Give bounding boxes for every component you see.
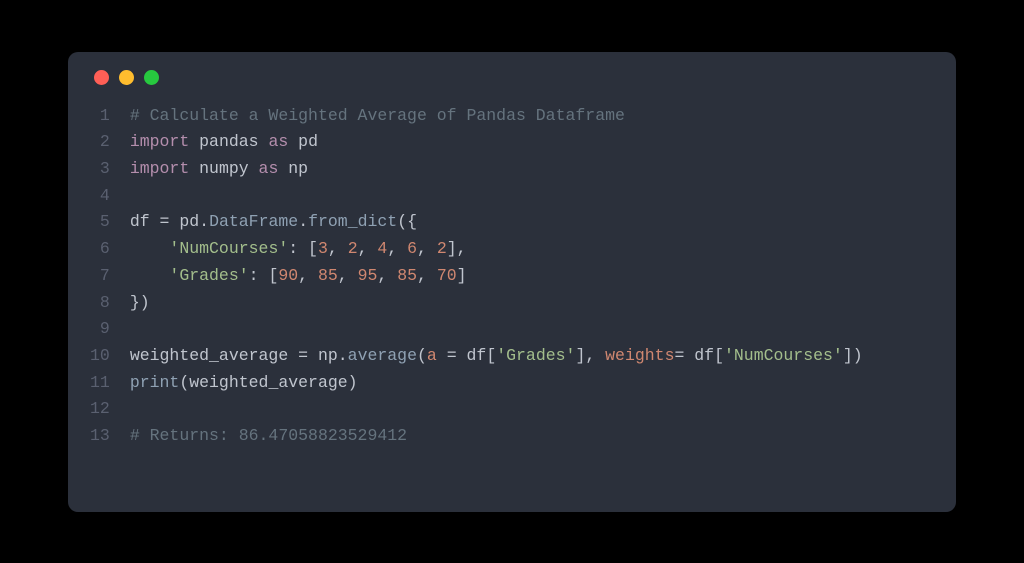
code-token: average [348, 346, 417, 365]
code-token: pd [288, 132, 318, 151]
line-number: 2 [90, 129, 110, 156]
code-line [130, 183, 934, 210]
code-token: 95 [358, 266, 378, 285]
code-line: df = pd.DataFrame.from_dict({ [130, 209, 934, 236]
code-line: import pandas as pd [130, 129, 934, 156]
code-token: ({ [397, 212, 417, 231]
code-token: 'Grades' [496, 346, 575, 365]
line-number: 3 [90, 156, 110, 183]
line-number: 11 [90, 370, 110, 397]
code-token: weighted_average [130, 346, 298, 365]
code-token: 85 [318, 266, 338, 285]
code-token: ], [447, 239, 467, 258]
line-number: 5 [90, 209, 110, 236]
code-token: 'Grades' [169, 266, 248, 285]
line-number: 4 [90, 183, 110, 210]
code-token: import [130, 132, 189, 151]
line-number: 7 [90, 263, 110, 290]
code-token: : [ [249, 266, 279, 285]
code-token [130, 239, 170, 258]
code-line: 'NumCourses': [3, 2, 4, 6, 2], [130, 236, 934, 263]
minimize-icon[interactable] [119, 70, 134, 85]
maximize-icon[interactable] [144, 70, 159, 85]
code-token: df[ [457, 346, 497, 365]
code-token: = [447, 346, 457, 365]
code-token: , [298, 266, 318, 285]
code-token: # Calculate a Weighted Average of Pandas… [130, 106, 625, 125]
code-line: 'Grades': [90, 85, 95, 85, 70] [130, 263, 934, 290]
code-token: . [298, 212, 308, 231]
code-line: # Returns: 86.47058823529412 [130, 423, 934, 450]
code-token: , [417, 239, 437, 258]
code-token: 4 [377, 239, 387, 258]
code-token: ( [417, 346, 427, 365]
code-token: 90 [278, 266, 298, 285]
code-token: 70 [437, 266, 457, 285]
code-line: print(weighted_average) [130, 370, 934, 397]
code-line: }) [130, 290, 934, 317]
code-area: 12345678910111213 # Calculate a Weighted… [90, 103, 934, 450]
code-token: ] [457, 266, 467, 285]
code-token: import [130, 159, 189, 178]
code-token [437, 346, 447, 365]
code-token: 6 [407, 239, 417, 258]
code-token: 'NumCourses' [169, 239, 288, 258]
close-icon[interactable] [94, 70, 109, 85]
code-token: = [298, 346, 308, 365]
code-token: : [ [288, 239, 318, 258]
code-token: np [308, 346, 338, 365]
code-token: = [674, 346, 684, 365]
code-token: , [338, 266, 358, 285]
code-token: df [130, 212, 160, 231]
line-number-gutter: 12345678910111213 [90, 103, 130, 450]
code-token: 2 [348, 239, 358, 258]
code-token: . [199, 212, 209, 231]
line-number: 12 [90, 396, 110, 423]
code-token: 'NumCourses' [724, 346, 843, 365]
code-token: , [417, 266, 437, 285]
code-token: weights [605, 346, 674, 365]
code-token: DataFrame [209, 212, 298, 231]
code-editor-window: 12345678910111213 # Calculate a Weighted… [68, 52, 956, 512]
code-token: , [358, 239, 378, 258]
code-line: # Calculate a Weighted Average of Pandas… [130, 103, 934, 130]
code-token: as [259, 159, 279, 178]
code-token: df[ [684, 346, 724, 365]
code-line: import numpy as np [130, 156, 934, 183]
line-number: 1 [90, 103, 110, 130]
code-token: 2 [437, 239, 447, 258]
line-number: 9 [90, 316, 110, 343]
code-token: ], [575, 346, 605, 365]
window-controls [90, 70, 934, 85]
code-token: pandas [189, 132, 268, 151]
code-token: as [268, 132, 288, 151]
code-token: , [387, 239, 407, 258]
code-token: }) [130, 293, 150, 312]
code-line: weighted_average = np.average(a = df['Gr… [130, 343, 934, 370]
code-token: , [377, 266, 397, 285]
code-token: 85 [397, 266, 417, 285]
code-token: (weighted_average) [179, 373, 357, 392]
code-token: ]) [843, 346, 863, 365]
code-token: numpy [189, 159, 258, 178]
line-number: 10 [90, 343, 110, 370]
code-token: # Returns: 86.47058823529412 [130, 426, 407, 445]
code-token: . [338, 346, 348, 365]
code-token: from_dict [308, 212, 397, 231]
code-content[interactable]: # Calculate a Weighted Average of Pandas… [130, 103, 934, 450]
line-number: 8 [90, 290, 110, 317]
line-number: 13 [90, 423, 110, 450]
code-token: print [130, 373, 180, 392]
code-line [130, 396, 934, 423]
code-line [130, 316, 934, 343]
code-token: 3 [318, 239, 328, 258]
code-token: , [328, 239, 348, 258]
code-token: pd [169, 212, 199, 231]
code-token [130, 266, 170, 285]
code-token: np [278, 159, 308, 178]
line-number: 6 [90, 236, 110, 263]
code-token: a [427, 346, 437, 365]
code-token: = [160, 212, 170, 231]
